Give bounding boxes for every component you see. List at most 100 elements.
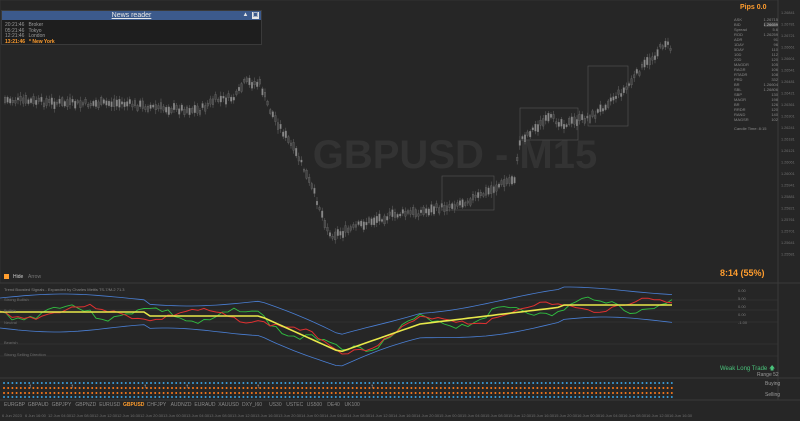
signal-dot <box>15 396 18 398</box>
signal-dot <box>271 392 274 394</box>
signal-dot <box>166 392 169 394</box>
symbol-tab-gbpusd[interactable]: GBPUSD <box>123 402 144 408</box>
symbol-tab-uk100[interactable]: UK100 <box>345 402 360 408</box>
price-tick-label: 1.26721 <box>781 34 795 38</box>
price-tick-label: 1.26541 <box>781 69 795 73</box>
signal-dot <box>628 387 631 389</box>
signal-dot <box>595 396 598 398</box>
signal-dot <box>578 396 581 398</box>
signal-dot <box>532 396 535 398</box>
signal-dot <box>418 392 421 394</box>
time-tick-label: 14 Jun 16:30 <box>393 413 417 418</box>
signal-dot <box>322 392 325 394</box>
signal-dot <box>45 396 47 398</box>
signal-dot <box>225 396 228 398</box>
signal-dot <box>612 387 614 389</box>
signal-dot <box>204 387 207 389</box>
symbol-tab-dxy_i60[interactable]: DXY_I60 <box>242 402 262 408</box>
signal-dot <box>431 387 434 389</box>
signal-dot <box>574 387 577 389</box>
signal-dot <box>19 387 22 389</box>
symbol-tab-xauusd[interactable]: XAUUSD <box>218 402 239 408</box>
signal-dot <box>523 382 526 384</box>
signal-dot <box>448 392 451 394</box>
symbol-tab-euraud[interactable]: EURAUD <box>194 402 215 408</box>
arrow-button[interactable]: Arrow <box>28 274 41 280</box>
signal-dot <box>557 387 560 389</box>
signal-dot <box>465 387 467 389</box>
signal-dot <box>217 387 220 389</box>
signal-dot <box>40 392 43 394</box>
price-tick-label: 1.26481 <box>781 80 795 84</box>
time-tick-label: 13 Jun 16:30 <box>255 413 279 418</box>
signal-dot <box>347 387 350 389</box>
signal-dot <box>24 382 26 384</box>
signal-dot <box>376 396 379 398</box>
signal-dot <box>137 387 140 389</box>
signal-dot <box>137 392 140 394</box>
symbol-tab-gbpaud[interactable]: GBPAUD <box>28 402 49 408</box>
news-row[interactable]: 13:21:46 * New York <box>5 39 55 45</box>
signal-dot <box>670 387 673 389</box>
signal-dot <box>456 382 459 384</box>
signal-dot <box>238 387 241 389</box>
symbol-tab-us500[interactable]: US500 <box>307 402 322 408</box>
symbol-tab-eurgbp[interactable]: EURGBP <box>4 402 25 408</box>
symbol-tab-audnzd[interactable]: AUDNZD <box>171 402 192 408</box>
window-icon[interactable]: ▣ <box>252 12 259 19</box>
hide-button[interactable]: Hide <box>13 274 23 280</box>
signal-dot <box>309 396 312 398</box>
symbol-tab-chfjpy[interactable]: CHFJPY <box>147 402 166 408</box>
signal-dot <box>322 382 325 384</box>
signal-dot <box>645 387 648 389</box>
time-tick-label: 15 Jun 12:30 <box>508 413 532 418</box>
signal-dot <box>11 387 14 389</box>
signal-dot <box>154 396 157 398</box>
signal-dot <box>637 387 640 389</box>
signal-dot <box>334 396 337 398</box>
signal-dot <box>15 387 18 389</box>
time-tick-label: 15 Jun 04:30 <box>462 413 486 418</box>
symbol-tab-eurusd[interactable]: EURUSD <box>99 402 120 408</box>
signal-dot <box>553 382 556 384</box>
signal-dot <box>326 392 329 394</box>
signal-dot <box>662 387 665 389</box>
signal-dot <box>460 382 463 384</box>
signal-dot <box>24 396 26 398</box>
signal-dot <box>641 396 644 398</box>
signal-dot <box>213 392 215 394</box>
signal-dot <box>519 382 522 384</box>
signal-dot <box>95 396 98 398</box>
symbol-tab-us30[interactable]: US30 <box>269 402 282 408</box>
signal-dot <box>175 382 178 384</box>
signal-dot <box>456 396 459 398</box>
signal-dot <box>200 387 203 389</box>
signal-dot <box>225 387 228 389</box>
symbol-tab-gbpjpy[interactable]: GBPJPY <box>52 402 72 408</box>
signal-dot <box>276 392 278 394</box>
signal-dot <box>595 382 598 384</box>
signal-dot <box>494 387 497 389</box>
signal-dot <box>670 392 673 394</box>
signal-dot <box>355 387 358 389</box>
news-reader-window[interactable]: News reader ▲ ▣ 20:21:46 Broker 05:21:46 To… <box>1 10 262 45</box>
signal-dot <box>624 392 627 394</box>
signal-dot <box>70 392 73 394</box>
symbol-tab-de40[interactable]: DE40 <box>327 402 340 408</box>
price-tick-label: 1.26601 <box>781 57 795 61</box>
price-tick-label: 1.25641 <box>781 241 795 245</box>
signal-dot <box>301 392 304 394</box>
chart-area[interactable]: GBPUSD - M15 1.26841 1.26781 1.26721 1.2666… <box>0 0 800 421</box>
symbol-tab-ustec[interactable]: USTEC <box>286 402 303 408</box>
signal-dot <box>406 392 409 394</box>
signal-dot <box>112 387 115 389</box>
hide-toggle-icon[interactable] <box>4 274 9 279</box>
collapse-icon[interactable]: ▲ <box>242 12 249 19</box>
signal-dot <box>242 382 245 384</box>
signal-dot <box>120 387 123 389</box>
signal-dot <box>221 387 224 389</box>
signal-dot <box>246 387 249 389</box>
symbol-tab-gbpnzd[interactable]: GBPNZD <box>75 402 96 408</box>
signal-dot <box>465 396 467 398</box>
signal-dot <box>334 387 337 389</box>
